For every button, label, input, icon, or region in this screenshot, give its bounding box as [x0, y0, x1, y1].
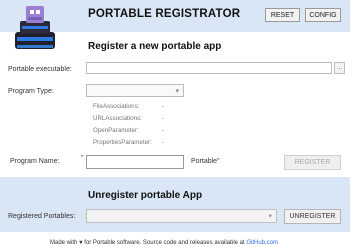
- unregister-section-title: Unregister portable App: [88, 190, 203, 201]
- program-name-suffix: Portable": [191, 158, 220, 165]
- property-name: OpenParameter:: [93, 127, 139, 134]
- unregister-button[interactable]: UNREGISTER: [284, 209, 341, 224]
- github-link[interactable]: GitHub.com: [246, 240, 278, 246]
- footer-message: Made with ♥ for Portable software. Sourc…: [50, 240, 247, 246]
- program-name-label: Program Name:: [10, 158, 60, 165]
- register-button[interactable]: REGISTER: [284, 155, 341, 170]
- executable-label: Portable executable:: [8, 66, 72, 73]
- property-name: FileAssociations:: [93, 103, 140, 110]
- program-type-select[interactable]: ▾: [86, 84, 184, 97]
- browse-button[interactable]: ...: [334, 62, 345, 74]
- executable-path-input[interactable]: [86, 62, 332, 74]
- property-value: -: [162, 127, 165, 134]
- registered-portables-select[interactable]: ▾: [86, 209, 277, 223]
- program-name-prefix: ": [81, 155, 84, 162]
- property-value: -: [162, 115, 165, 122]
- registered-portables-label: Registered Portables:: [8, 213, 76, 220]
- program-type-label: Program Type:: [8, 88, 54, 95]
- program-name-input[interactable]: [86, 155, 184, 169]
- property-value: -: [162, 103, 165, 110]
- property-name: PropertiesParameter:: [93, 139, 152, 146]
- config-button[interactable]: CONFIG: [305, 8, 341, 22]
- reset-button[interactable]: RESET: [265, 8, 300, 22]
- chevron-down-icon: ▾: [268, 213, 272, 220]
- register-section-title: Register a new portable app: [88, 41, 222, 52]
- footer-text: Made with ♥ for Portable software. Sourc…: [50, 240, 278, 246]
- property-value: -: [162, 139, 165, 146]
- footer: Made with ♥ for Portable software. Sourc…: [0, 236, 350, 250]
- usb-stick-logo-icon: [15, 6, 55, 49]
- app-title: PORTABLE REGISTRATOR: [88, 8, 241, 20]
- chevron-down-icon: ▾: [175, 88, 179, 95]
- property-name: URLAssociations:: [93, 115, 142, 122]
